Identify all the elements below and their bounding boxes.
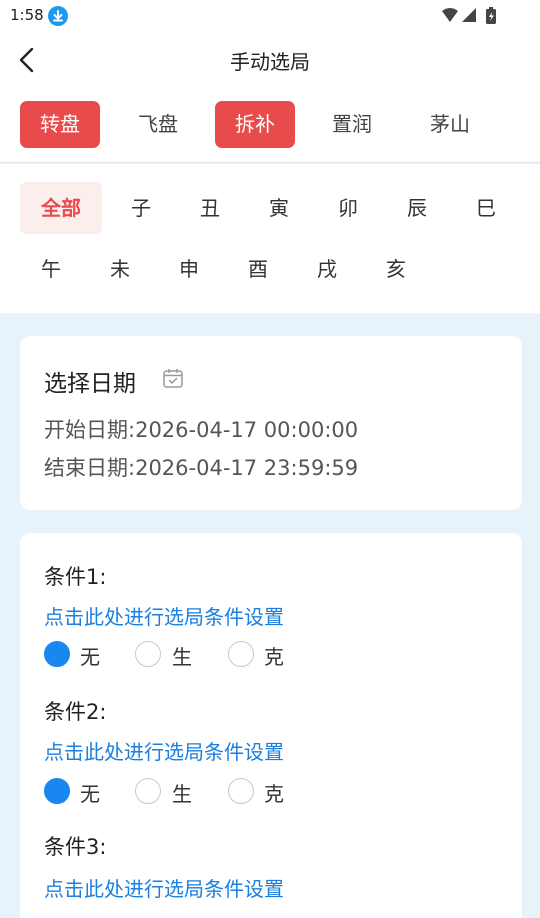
condition-2-option-none: 无 (80, 782, 100, 806)
branch-chen[interactable]: 辰 (386, 182, 448, 234)
tab-zhirun[interactable]: 置润 (312, 101, 392, 148)
condition-1-option-ke: 克 (264, 645, 284, 669)
condition-1-radio-sheng[interactable] (135, 641, 161, 667)
branch-zi[interactable]: 子 (110, 182, 172, 234)
tab-chaibu[interactable]: 拆补 (215, 101, 295, 148)
end-date-value: 2026-04-17 23:59:59 (135, 456, 359, 480)
condition-2-link[interactable]: 点击此处进行选局条件设置 (44, 736, 284, 765)
start-date-row[interactable]: 开始日期:2026-04-17 00:00:00 (44, 414, 358, 444)
calendar-icon[interactable] (162, 367, 184, 389)
condition-3-link[interactable]: 点击此处进行选局条件设置 (44, 873, 284, 902)
condition-1-label: 条件1: (44, 565, 107, 589)
branch-wu[interactable]: 午 (20, 243, 82, 295)
condition-2-radio-sheng[interactable] (135, 778, 161, 804)
branch-hai[interactable]: 亥 (365, 243, 427, 295)
method-tabs: 转盘 飞盘 拆补 置润 茅山 (0, 88, 540, 163)
status-time: 1:58 (10, 6, 44, 24)
condition-3-label: 条件3: (44, 835, 107, 859)
app-header: 手动选局 (0, 32, 540, 88)
branch-chou[interactable]: 丑 (179, 182, 241, 234)
condition-2-label: 条件2: (44, 700, 107, 724)
date-card-title: 选择日期 (44, 371, 136, 397)
branch-wei[interactable]: 未 (89, 243, 151, 295)
branch-shen[interactable]: 申 (158, 243, 220, 295)
branch-all[interactable]: 全部 (20, 182, 102, 234)
condition-1-radio-ke[interactable] (228, 641, 254, 667)
status-bar: 1:58 (0, 0, 540, 32)
end-date-row[interactable]: 结束日期:2026-04-17 23:59:59 (44, 452, 358, 482)
condition-1-radio-none[interactable] (44, 641, 70, 667)
tab-zhuanpan[interactable]: 转盘 (20, 101, 100, 148)
wifi-icon (442, 8, 458, 22)
condition-1-option-sheng: 生 (172, 645, 192, 669)
download-icon (48, 6, 68, 26)
page-title: 手动选局 (230, 50, 310, 74)
date-card: 选择日期 开始日期:2026-04-17 00:00:00 结束日期:2026-… (20, 336, 522, 510)
branch-filter: 全部 子 丑 寅 卯 辰 巳 午 未 申 酉 戌 亥 (0, 164, 540, 313)
tab-maoshan[interactable]: 茅山 (410, 101, 490, 148)
end-date-label: 结束日期: (44, 456, 136, 480)
condition-1-option-none: 无 (80, 645, 100, 669)
branch-yin[interactable]: 寅 (248, 182, 310, 234)
branch-si[interactable]: 巳 (455, 182, 517, 234)
status-icons (440, 6, 508, 30)
tab-feipan[interactable]: 飞盘 (118, 101, 198, 148)
start-date-value: 2026-04-17 00:00:00 (135, 418, 359, 442)
condition-2-option-sheng: 生 (172, 782, 192, 806)
start-date-label: 开始日期: (44, 418, 136, 442)
condition-2-radio-none[interactable] (44, 778, 70, 804)
branch-you[interactable]: 酉 (227, 243, 289, 295)
branch-xu[interactable]: 戌 (296, 243, 358, 295)
conditions-card: 条件1: 点击此处进行选局条件设置 无 生 克 条件2: 点击此处进行选局条件设… (20, 533, 522, 918)
condition-2-radio-ke[interactable] (228, 778, 254, 804)
condition-1-link[interactable]: 点击此处进行选局条件设置 (44, 601, 284, 630)
branch-mao[interactable]: 卯 (317, 182, 379, 234)
signal-icon (462, 8, 476, 22)
condition-2-option-ke: 克 (264, 782, 284, 806)
